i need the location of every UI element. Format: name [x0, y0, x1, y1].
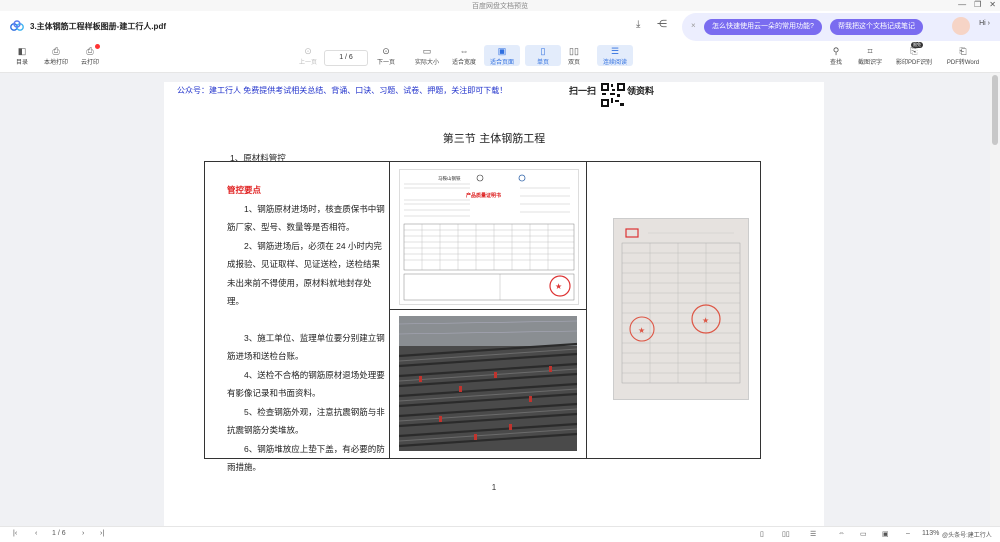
pdf-page: 公众号：建工行人 免费提供考试相关总结、背诵、口诀、习题、试卷、押题，关注即可下…: [164, 82, 824, 526]
printer-icon: ⎙: [52, 46, 60, 56]
cert-company: 马鞍山钢铁: [438, 175, 461, 182]
next-page-icon[interactable]: ›: [82, 530, 84, 537]
crop-icon: ⌗: [867, 46, 873, 56]
cloud-printer-icon: ⎙: [86, 46, 94, 56]
document-viewer[interactable]: 公众号：建工行人 免费提供考试相关总结、背诵、口诀、习题、试卷、押题，关注即可下…: [0, 73, 1000, 526]
ai-assistant-bar: × 怎么快速使用云一朵的常用功能? 帮我把这个文档记成笔记 Hi ›: [682, 13, 1000, 41]
single-view-icon[interactable]: ▯: [760, 530, 764, 538]
svg-text:★: ★: [555, 282, 562, 291]
arrow-down-icon: ⊙: [382, 46, 390, 56]
actual-size-icon: ▭: [422, 46, 432, 56]
get-materials-label: 领资料: [627, 86, 655, 96]
scroll-view-icon[interactable]: ☰: [810, 530, 816, 538]
last-page-icon[interactable]: ›|: [100, 530, 104, 537]
fit-page-button[interactable]: ▣ 适合页面: [484, 45, 520, 66]
minimize-button[interactable]: —: [958, 0, 966, 9]
zoom-out-icon[interactable]: –: [906, 530, 910, 537]
control-point: 1、钢筋原材进场时，核查质保书中钢筋厂家、型号、数量等是否相符。: [227, 203, 385, 233]
page-number: 1: [491, 483, 497, 492]
scan-pdf-ocr-button[interactable]: ⎘ 影印PDF识别: [892, 45, 936, 66]
close-button[interactable]: ✕: [989, 0, 996, 9]
actual-size-icon[interactable]: ▭: [860, 530, 867, 538]
baidu-cloud-logo-icon: [10, 20, 24, 31]
arrow-up-icon: ⊙: [304, 46, 312, 56]
share-icon[interactable]: ⋲: [657, 19, 667, 30]
watermark-text: @头条号:建工行人: [942, 533, 992, 539]
first-page-icon[interactable]: |‹: [13, 530, 17, 537]
promo-text: 公众号：建工行人 免费提供考试相关总结、背诵、口诀、习题、试卷、押题，关注即可下…: [177, 86, 508, 95]
fit-page-icon: ▣: [497, 46, 507, 56]
cert-title: 产品质量证明书: [466, 192, 501, 199]
download-icon[interactable]: ⤓: [636, 19, 640, 30]
window-controls: — ❐ ✕: [958, 0, 996, 9]
fit-width-icon[interactable]: ⇔: [838, 530, 845, 537]
control-points-cell: 管控要点 1、钢筋原材进场时，核查质保书中钢筋厂家、型号、数量等是否相符。 2、…: [227, 181, 387, 477]
outline-button[interactable]: ◧ 目录: [4, 45, 40, 66]
restore-button[interactable]: ❐: [974, 0, 981, 9]
control-point: 3、施工单位、监理单位要分别建立钢筋进场和送检台账。: [227, 332, 385, 362]
ai-avatar-icon[interactable]: [952, 17, 970, 35]
control-point: 6、钢筋堆放应上垫下盖，有必要的防雨措施。: [227, 443, 385, 473]
zoom-level[interactable]: 113%: [922, 530, 939, 537]
continuous-icon: ☰: [610, 46, 620, 56]
prev-page-icon[interactable]: ‹: [35, 530, 37, 537]
convert-icon: ⎗: [959, 46, 967, 56]
quality-certificate-image: 马鞍山钢铁 产品质量证明书 ★: [399, 169, 579, 305]
svg-text:★: ★: [702, 316, 709, 325]
control-point: 2、钢筋进场后，必须在 24 小时内完成报验、见证取样、见证送检，送检结果未出来…: [227, 240, 382, 307]
bottom-status-bar: |‹ ‹ 1 / 6 › ›| ▯ ▯▯ ☰ ⇔ ▭ ▣ – 113% @头条号…: [0, 526, 1000, 542]
document-title: 3.主体钢筋工程样板图册-建工行人.pdf: [30, 22, 166, 31]
continuous-read-button[interactable]: ☰ 连续阅读: [597, 45, 633, 66]
screenshot-ocr-button[interactable]: ⌗ 截图识字: [852, 45, 888, 66]
double-page-icon: ▯▯: [569, 46, 579, 56]
local-print-button[interactable]: ⎙ 本地打印: [38, 45, 74, 66]
control-point: 5、检查钢筋外观，注意抗震钢筋与非抗震钢筋分类堆放。: [227, 406, 385, 436]
test-report-photo: ★ ★: [613, 218, 749, 400]
search-icon: ⚲: [832, 46, 840, 56]
pdf-to-word-button[interactable]: ⎗ PDF转Word: [940, 45, 986, 66]
double-view-icon[interactable]: ▯▯: [782, 530, 790, 538]
notification-dot: [95, 44, 100, 49]
ai-greeting[interactable]: Hi ›: [979, 20, 990, 27]
window-titlebar: 百度网盘文档预览 — ❐ ✕: [0, 0, 1000, 11]
next-page-button[interactable]: ⊙ 下一页: [368, 45, 404, 66]
window-title: 百度网盘文档预览: [472, 3, 528, 10]
double-page-button[interactable]: ▯▯ 双页: [556, 45, 592, 66]
fit-width-icon: ⇔: [459, 46, 469, 56]
ai-suggestion-notes[interactable]: 帮我把这个文档记成笔记: [830, 19, 923, 35]
actual-size-button[interactable]: ▭ 实际大小: [409, 45, 445, 66]
cloud-print-button[interactable]: ⎙ 云打印: [72, 45, 108, 66]
scan-label: 扫一扫: [569, 86, 597, 96]
outline-icon: ◧: [17, 46, 27, 56]
ai-suggestion-usage[interactable]: 怎么快速使用云一朵的常用功能?: [704, 19, 822, 35]
search-button[interactable]: ⚲ 查找: [818, 45, 854, 66]
free-badge: 限免: [911, 42, 923, 48]
fit-page-icon[interactable]: ▣: [882, 530, 889, 538]
svg-text:★: ★: [638, 326, 645, 335]
viewer-toolbar: ◧ 目录 ⎙ 本地打印 ⎙ 云打印 ⊙ 上一页 1 / 6 ⊙ 下一页 ▭ 实际大小 ⇔ 适合…: [0, 42, 1000, 73]
control-heading: 管控要点: [227, 185, 262, 195]
content-table: 管控要点 1、钢筋原材进场时，核查质保书中钢筋厂家、型号、数量等是否相符。 2、…: [204, 161, 761, 472]
control-point: 4、送检不合格的钢筋原材退场处理要有影像记录和书面资料。: [227, 369, 385, 399]
section-title: 第三节 主体钢筋工程: [442, 132, 546, 145]
page-indicator-input[interactable]: 1 / 6: [324, 50, 368, 66]
qr-code-icon: [600, 82, 626, 108]
bottom-page-indicator[interactable]: 1 / 6: [52, 530, 66, 537]
close-ai-bar-icon[interactable]: ×: [691, 21, 696, 30]
scrollbar-thumb[interactable]: [992, 75, 998, 145]
prev-page-button[interactable]: ⊙ 上一页: [290, 45, 326, 66]
rebar-stack-photo: [399, 316, 577, 451]
fit-width-button[interactable]: ⇔ 适合宽度: [446, 45, 482, 66]
